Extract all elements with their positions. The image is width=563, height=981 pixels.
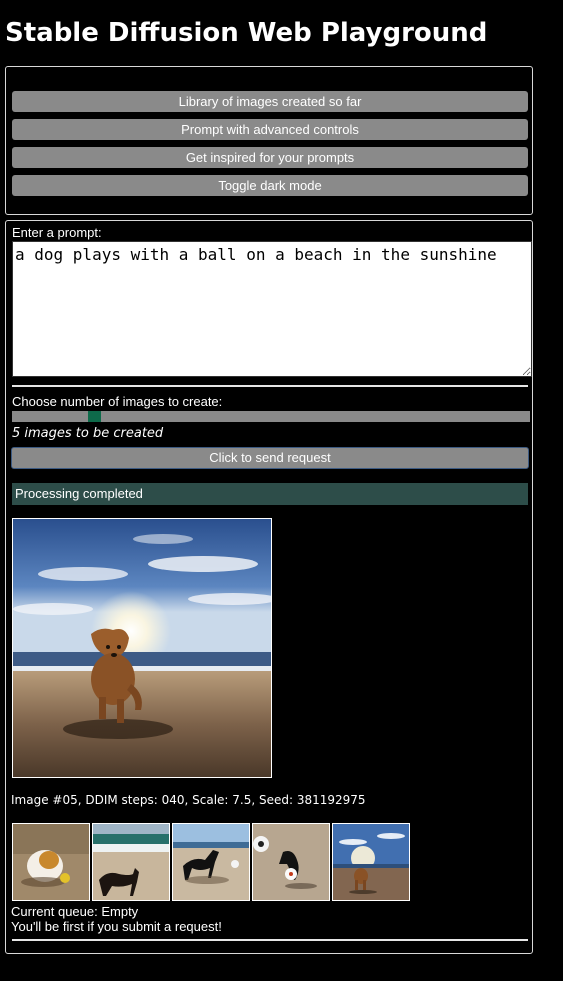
queue-status: Current queue: Empty You'll be first if …: [11, 904, 222, 934]
status-bar: Processing completed: [12, 483, 528, 505]
menu-panel: Library of images created so far Prompt …: [5, 66, 533, 215]
thumbnail-5[interactable]: [332, 823, 410, 901]
generated-image[interactable]: [12, 518, 272, 778]
queue-message: You'll be first if you submit a request!: [11, 919, 222, 934]
image-caption: Image #05, DDIM steps: 040, Scale: 7.5, …: [11, 793, 366, 807]
thumbnail-3[interactable]: [172, 823, 250, 901]
prompt-label: Enter a prompt:: [12, 225, 102, 240]
prompt-input[interactable]: [12, 241, 532, 377]
queue-status-text: Current queue: Empty: [11, 904, 139, 919]
thumbnail-1[interactable]: [12, 823, 90, 901]
send-request-button[interactable]: Click to send request: [11, 447, 529, 469]
main-panel: Enter a prompt: Choose number of images …: [5, 220, 533, 954]
thumbnail-4[interactable]: [252, 823, 330, 901]
page: Stable Diffusion Web Playground Library …: [0, 0, 563, 981]
toggle-dark-mode-button[interactable]: Toggle dark mode: [12, 175, 528, 196]
library-button[interactable]: Library of images created so far: [12, 91, 528, 112]
images-count-slider[interactable]: [12, 411, 530, 422]
get-inspired-button[interactable]: Get inspired for your prompts: [12, 147, 528, 168]
divider: [12, 385, 528, 387]
advanced-controls-button[interactable]: Prompt with advanced controls: [12, 119, 528, 140]
slider-thumb[interactable]: [88, 411, 101, 422]
images-count-status: 5 images to be created: [12, 426, 164, 441]
divider: [12, 939, 528, 941]
thumbnail-2[interactable]: [92, 823, 170, 901]
page-title: Stable Diffusion Web Playground: [5, 18, 488, 48]
images-count-label: Choose number of images to create:: [12, 394, 223, 409]
